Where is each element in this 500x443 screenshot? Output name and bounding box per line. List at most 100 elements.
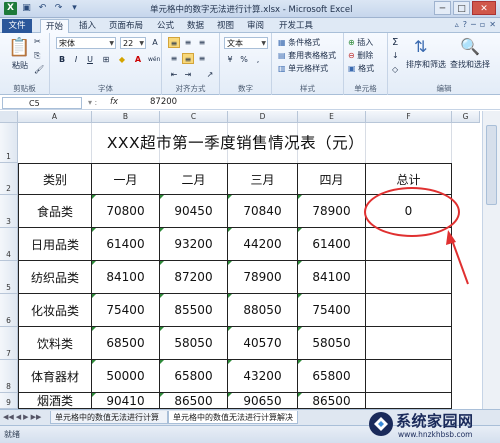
scrollbar-thumb[interactable] (486, 125, 497, 205)
table-header-cell[interactable]: 一月 (92, 163, 160, 195)
decrease-indent-icon[interactable]: ⇤ (168, 69, 180, 80)
value-cell[interactable]: 90650 (228, 393, 298, 409)
tab-home[interactable]: 开始 (40, 19, 70, 33)
tab-formulas[interactable]: 公式 (152, 19, 179, 33)
category-cell[interactable]: 体育器材 (18, 360, 92, 393)
clear-icon[interactable]: ◇ (392, 65, 398, 74)
tab-review[interactable]: 审阅 (242, 19, 269, 33)
format-button[interactable]: ▣ 格式 (348, 63, 374, 74)
first-sheet-button[interactable]: ◀◀ (3, 413, 14, 421)
undo-icon[interactable]: ↶ (36, 2, 49, 15)
value-cell[interactable]: 90450 (160, 195, 228, 228)
value-cell[interactable] (366, 294, 452, 327)
paste-button[interactable]: 粘贴 (12, 60, 28, 71)
category-cell[interactable]: 烟酒类 (18, 393, 92, 409)
format-painter-icon[interactable]: 🖌 (34, 65, 44, 74)
value-cell[interactable]: 44200 (228, 228, 298, 261)
cell-styles-button[interactable]: ▥ 单元格样式 (278, 63, 328, 74)
category-cell[interactable]: 化妆品类 (18, 294, 92, 327)
tab-page-layout[interactable]: 页面布局 (104, 19, 148, 33)
tab-data[interactable]: 数据 (182, 19, 209, 33)
value-cell[interactable]: 86500 (160, 393, 228, 409)
column-header[interactable]: G (452, 111, 480, 123)
row-header[interactable]: 3 (0, 195, 18, 228)
bold-button[interactable]: B (56, 54, 68, 65)
window-close-icon[interactable]: ✕ (489, 20, 496, 29)
value-cell[interactable]: 50000 (92, 360, 160, 393)
value-cell[interactable]: 78900 (298, 195, 366, 228)
value-cell[interactable]: 70800 (92, 195, 160, 228)
table-header-cell[interactable]: 四月 (298, 163, 366, 195)
collapse-ribbon-icon[interactable]: ▵ (455, 20, 459, 29)
sheet-tab-2[interactable]: 单元格中的数值无法进行计算解决 (168, 411, 298, 424)
value-cell[interactable] (366, 360, 452, 393)
currency-button[interactable]: ¥ (224, 54, 236, 65)
italic-button[interactable]: I (70, 54, 82, 65)
sort-filter-button[interactable]: 排序和筛选 (406, 59, 446, 70)
window-restore-icon[interactable]: ▫ (480, 20, 485, 29)
align-left-icon[interactable]: ≡ (168, 53, 180, 64)
name-box[interactable]: C5 (2, 97, 82, 109)
fill-icon[interactable]: ↓ (392, 51, 399, 60)
row-header[interactable]: 6 (0, 294, 18, 327)
orientation-icon[interactable]: ↗ (204, 69, 216, 80)
column-header[interactable]: C (160, 111, 228, 123)
row-header[interactable]: 1 (0, 123, 18, 163)
value-cell[interactable]: 58050 (160, 327, 228, 360)
value-cell[interactable]: 43200 (228, 360, 298, 393)
next-sheet-button[interactable]: ▶ (23, 413, 28, 421)
tab-file[interactable]: 文件 (2, 19, 32, 33)
row-header[interactable]: 7 (0, 327, 18, 360)
value-cell[interactable]: 75400 (92, 294, 160, 327)
column-header[interactable]: D (228, 111, 298, 123)
row-header[interactable]: 2 (0, 163, 18, 195)
value-cell[interactable]: 84100 (92, 261, 160, 294)
increase-indent-icon[interactable]: ⇥ (182, 69, 194, 80)
conditional-format-button[interactable]: ▦ 条件格式 (278, 37, 320, 48)
tab-view[interactable]: 视图 (212, 19, 239, 33)
window-min-icon[interactable]: ─ (471, 20, 476, 29)
number-format-select[interactable]: 文本 ▼ (224, 37, 268, 49)
value-cell[interactable]: 90410 (92, 393, 160, 409)
border-icon[interactable]: ⊞ (100, 54, 112, 65)
prev-sheet-button[interactable]: ◀ (16, 413, 21, 421)
cut-icon[interactable]: ✂ (34, 37, 41, 46)
paste-icon[interactable]: 📋 (8, 37, 30, 58)
customize-qat-icon[interactable]: ▾ (68, 2, 81, 15)
column-header[interactable]: A (18, 111, 92, 123)
minimize-button[interactable]: ─ (434, 1, 451, 15)
sheet-tab-1[interactable]: 单元格中的数值无法进行计算 (50, 411, 168, 424)
underline-button[interactable]: U (84, 54, 96, 65)
align-center-icon[interactable]: ≡ (182, 53, 194, 64)
sheet-title[interactable]: XXX超市第一季度销售情况表（元） (18, 123, 453, 163)
phonetic-button[interactable]: wén (148, 54, 160, 65)
value-cell[interactable]: 85500 (160, 294, 228, 327)
value-cell[interactable] (366, 261, 452, 294)
value-cell[interactable]: 61400 (92, 228, 160, 261)
sort-filter-icon[interactable]: ⇅ (414, 37, 427, 56)
save-icon[interactable]: ▣ (20, 2, 33, 15)
autosum-button[interactable]: Σ (392, 37, 398, 48)
value-cell[interactable]: 88050 (228, 294, 298, 327)
value-cell[interactable]: 84100 (298, 261, 366, 294)
copy-icon[interactable]: ⎘ (34, 51, 40, 61)
maximize-button[interactable]: □ (453, 1, 470, 15)
close-button[interactable]: ✕ (472, 1, 496, 15)
table-header-cell[interactable]: 类别 (18, 163, 92, 195)
table-format-button[interactable]: ▤ 套用表格格式 (278, 50, 336, 61)
value-cell[interactable] (366, 393, 452, 409)
last-sheet-button[interactable]: ▶▶ (31, 413, 42, 421)
column-header[interactable]: B (92, 111, 160, 123)
value-cell[interactable]: 68500 (92, 327, 160, 360)
formula-input[interactable]: 87200 (150, 97, 177, 107)
value-cell[interactable]: 65800 (298, 360, 366, 393)
vertical-scrollbar[interactable] (482, 111, 500, 409)
table-header-cell[interactable]: 二月 (160, 163, 228, 195)
value-cell[interactable]: 40570 (228, 327, 298, 360)
value-cell[interactable]: 61400 (298, 228, 366, 261)
table-header-cell[interactable]: 三月 (228, 163, 298, 195)
align-right-icon[interactable]: ≡ (196, 53, 208, 64)
row-header[interactable]: 4 (0, 228, 18, 261)
tab-developer[interactable]: 开发工具 (274, 19, 318, 33)
fill-color-icon[interactable]: ◆ (116, 54, 128, 65)
